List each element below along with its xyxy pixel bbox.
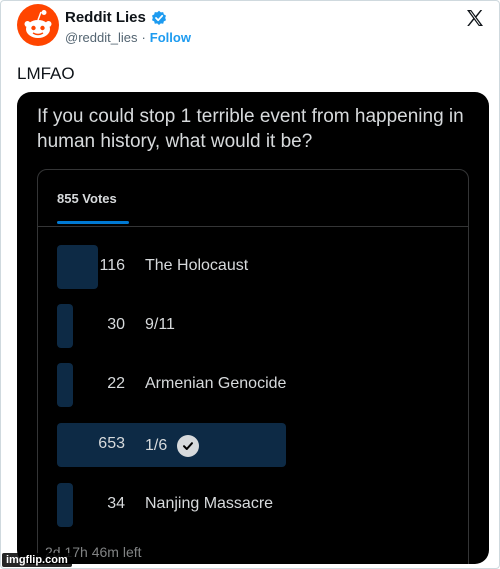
x-logo-icon[interactable] [465,8,485,28]
imgflip-watermark: imgflip.com [2,553,72,567]
poll-option-label: 1/6 [145,435,200,457]
poll-option-text: The Holocaust [145,257,249,274]
verified-badge-icon [151,10,167,26]
votes-tab-underline [57,221,129,224]
poll-option-1: 30 9/11 [57,304,457,348]
poll-option-text: Nanjing Massacre [145,495,274,512]
tweet-card: Reddit Lies @reddit_lies · Follow LMFAO … [0,0,500,569]
poll-option-label: Armenian Genocide [145,375,286,393]
poll-option-label: Nanjing Massacre [145,495,273,513]
poll-option-count: 116 [99,257,125,274]
poll-option-2: 22 Armenian Genocide [57,363,457,407]
poll-option-label: 9/11 [145,316,175,334]
poll-option-text: 9/11 [145,316,175,333]
poll-option-count: 34 [107,495,125,512]
display-name[interactable]: Reddit Lies [65,9,146,26]
poll-question: If you could stop 1 terrible event from … [37,106,464,152]
poll-option-0: 116 The Holocaust [57,245,457,289]
check-icon [177,435,200,457]
handle-row: @reddit_lies · Follow [65,30,191,45]
author-name-row: Reddit Lies [65,9,167,26]
poll-option-3: 653 1/6 [57,423,457,467]
reddit-snoo-icon[interactable] [17,4,59,46]
poll-option-count: 22 [107,375,125,392]
poll-option-text: 1/6 [145,437,168,454]
votes-count: 855 Votes [57,191,117,206]
poll-option-count: 30 [107,316,125,333]
poll-option-4: 34 Nanjing Massacre [57,483,457,527]
poll-option-text: Armenian Genocide [145,375,287,392]
separator-dot: · [141,30,146,45]
poll-option-count: 653 [98,435,125,452]
handle[interactable]: @reddit_lies [65,30,137,45]
follow-button[interactable]: Follow [150,30,191,45]
poll-box: 855 Votes 116 The Holocaust 30 9/11 22 A… [37,169,469,564]
poll-option-label: The Holocaust [145,257,248,275]
poll-divider [38,226,468,227]
poll-screenshot[interactable]: If you could stop 1 terrible event from … [17,92,489,564]
tweet-text: LMFAO [17,64,75,83]
